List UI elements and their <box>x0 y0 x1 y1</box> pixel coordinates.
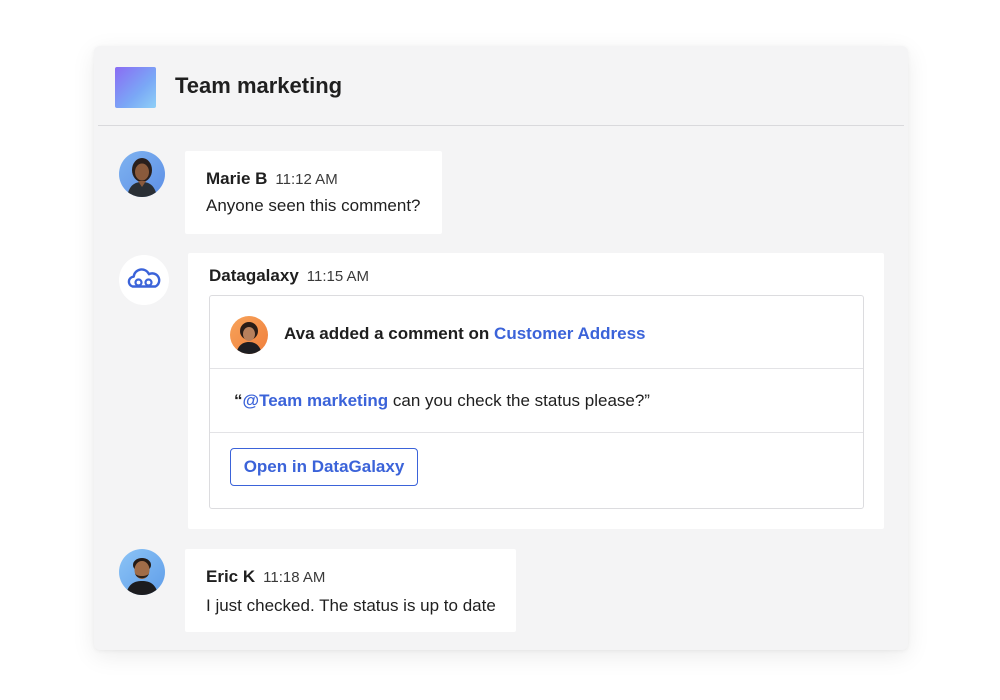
avatar-eric[interactable] <box>119 549 165 595</box>
channel-title: Team marketing <box>175 73 343 98</box>
message-text: I just checked. The status is up to date <box>206 596 496 615</box>
chat-window: Team marketing Marie B 11:12 AM Anyone se… <box>94 46 908 650</box>
notification-header: Ava added a comment on Customer Address <box>210 296 863 369</box>
action-row: Open in DataGalaxy <box>210 433 863 508</box>
quote-text: can you check the status please?” <box>388 391 650 410</box>
customer-address-link[interactable]: Customer Address <box>494 324 645 343</box>
channel-header: Team marketing <box>94 46 908 126</box>
avatar-marie[interactable] <box>119 151 165 197</box>
header-divider <box>98 125 904 126</box>
message-time: 11:12 AM <box>275 171 338 188</box>
message-text: Anyone seen this comment? <box>206 196 421 215</box>
message-author[interactable]: Marie B <box>206 169 267 188</box>
message-time: 11:18 AM <box>263 569 326 586</box>
bot-time: 11:15 AM <box>306 268 370 285</box>
notification-card: Ava added a comment on Customer Address … <box>209 295 864 509</box>
message-bubble: Marie B 11:12 AM Anyone seen this comment… <box>185 151 442 234</box>
message-author[interactable]: Eric K <box>206 567 255 586</box>
avatar-ava <box>230 316 268 354</box>
notification-prefix: Ava added a comment on <box>284 324 490 343</box>
quote-open: “ <box>234 391 243 410</box>
bot-message: Datagalaxy 11:15 AM Ava added a comment o… <box>188 253 884 529</box>
comment-quote: “@Team marketing can you check the statu… <box>234 391 650 411</box>
bot-name[interactable]: Datagalaxy <box>209 266 299 285</box>
cloud-icon[interactable] <box>119 255 169 305</box>
notification-text: Ava added a comment on Customer Address <box>284 324 646 344</box>
message-bubble: Eric K 11:18 AM I just checked. The statu… <box>185 549 516 632</box>
open-in-datagalaxy-button[interactable]: Open in DataGalaxy <box>230 448 418 486</box>
channel-icon <box>115 67 156 108</box>
mention-link[interactable]: @Team marketing <box>243 391 389 410</box>
comment-quote-row: “@Team marketing can you check the statu… <box>210 369 863 433</box>
